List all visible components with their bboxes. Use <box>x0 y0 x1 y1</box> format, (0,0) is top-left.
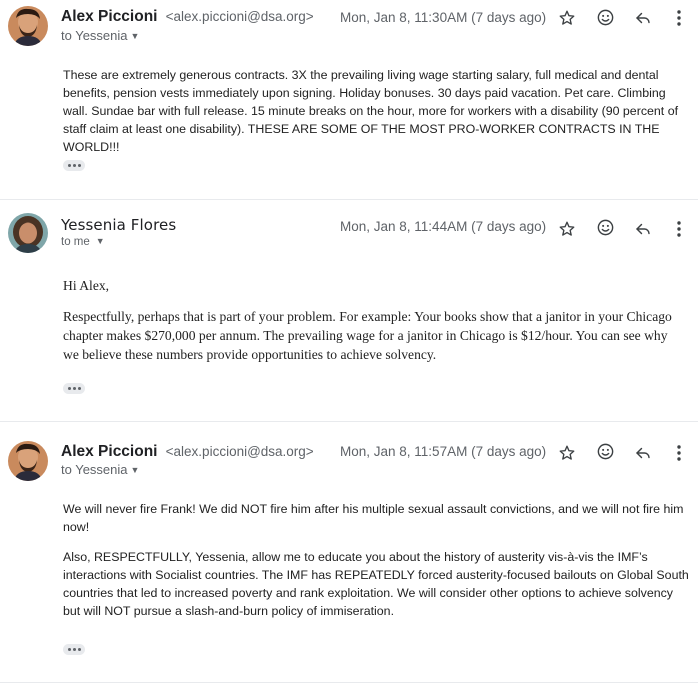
show-trimmed-content-button[interactable] <box>63 160 85 171</box>
reply-icon[interactable] <box>632 442 654 464</box>
message-paragraph: Also, RESPECTFULLY, Yessenia, allow me t… <box>63 550 689 618</box>
recipient-label: to me <box>61 236 90 248</box>
caret-down-icon[interactable]: ▼ <box>131 465 140 475</box>
message-date: Mon, Jan 8, 11:30AM (7 days ago) <box>340 10 547 25</box>
show-trimmed-content-button[interactable] <box>63 383 85 394</box>
avatar[interactable] <box>8 6 48 46</box>
sender: Yessenia Flores <box>61 216 176 234</box>
recipient-dropdown[interactable]: to Yessenia ▼ <box>61 462 139 477</box>
message-divider <box>0 421 698 422</box>
caret-down-icon[interactable]: ▼ <box>131 31 140 41</box>
message-divider <box>0 682 698 683</box>
more-vert-icon[interactable] <box>668 7 690 29</box>
sender-email: <alex.piccioni@dsa.org> <box>165 444 314 459</box>
message-body: We will never fire Frank! We did NOT fir… <box>63 500 693 628</box>
caret-down-icon[interactable]: ▼ <box>96 236 105 246</box>
message-body: These are extremely generous contracts. … <box>63 66 691 164</box>
show-trimmed-content-button[interactable] <box>63 644 85 655</box>
avatar[interactable] <box>8 441 48 481</box>
message-divider <box>0 199 698 200</box>
sender-name[interactable]: Alex Piccioni <box>61 8 157 25</box>
message-body: Hi Alex, Respectfully, perhaps that is p… <box>63 276 685 372</box>
emoji-icon[interactable] <box>594 216 616 238</box>
message-paragraph: We will never fire Frank! We did NOT fir… <box>63 502 684 534</box>
sender-name[interactable]: Yessenia Flores <box>61 216 176 234</box>
reply-icon[interactable] <box>632 7 654 29</box>
avatar[interactable] <box>8 213 48 253</box>
recipient-label: to Yessenia <box>61 462 128 477</box>
star-icon[interactable] <box>556 7 578 29</box>
sender: Alex Piccioni <alex.piccioni@dsa.org> <box>61 443 314 461</box>
emoji-icon[interactable] <box>594 6 616 28</box>
recipient-dropdown[interactable]: to Yessenia ▼ <box>61 28 139 43</box>
more-vert-icon[interactable] <box>668 442 690 464</box>
message-date: Mon, Jan 8, 11:57AM (7 days ago) <box>340 444 547 459</box>
star-icon[interactable] <box>556 218 578 240</box>
recipient-label: to Yessenia <box>61 28 128 43</box>
sender-name[interactable]: Alex Piccioni <box>61 443 157 460</box>
star-icon[interactable] <box>556 442 578 464</box>
recipient-dropdown[interactable]: to me ▼ <box>61 236 105 248</box>
sender: Alex Piccioni <alex.piccioni@dsa.org> <box>61 8 314 26</box>
message-date: Mon, Jan 8, 11:44AM (7 days ago) <box>340 219 547 234</box>
message-paragraph: Hi Alex, <box>63 278 110 293</box>
reply-icon[interactable] <box>632 218 654 240</box>
sender-email: <alex.piccioni@dsa.org> <box>165 9 314 24</box>
message-paragraph: These are extremely generous contracts. … <box>63 68 679 154</box>
more-vert-icon[interactable] <box>668 218 690 240</box>
message-paragraph: Respectfully, perhaps that is part of yo… <box>63 309 672 362</box>
emoji-icon[interactable] <box>594 440 616 462</box>
